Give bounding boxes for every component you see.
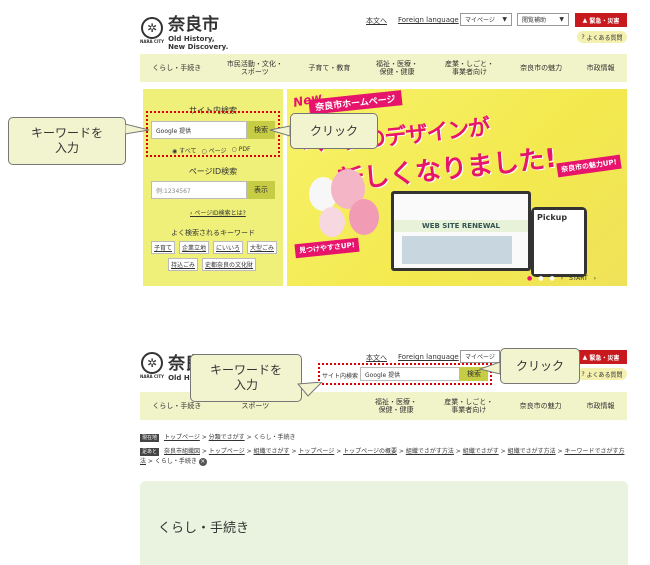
emergency-button[interactable]: ▲ 緊急・災害 [575, 13, 627, 27]
nav-item[interactable]: 市政情報 [586, 402, 614, 410]
foreign-language-link[interactable]: Foreign language [398, 353, 459, 361]
footprint-link[interactable]: 組織でさがす [254, 448, 290, 455]
text-version-link[interactable]: 本文へ [366, 16, 387, 26]
nav-item[interactable]: 子育て・教育 [308, 64, 350, 72]
page-id-help-link[interactable]: › ページID検索とは? [190, 208, 246, 217]
page-title: くらし・手続き [158, 521, 250, 536]
foreign-language-link[interactable]: Foreign language [398, 16, 459, 24]
tagline: New Discovery. [168, 43, 229, 51]
caret-down-icon: ▼ [502, 16, 507, 23]
carousel-start[interactable]: START [569, 275, 588, 282]
breadcrumb-link[interactable]: 分類でさがす [209, 434, 245, 441]
mypage-dropdown[interactable]: マイページ ▼ [460, 13, 512, 26]
keyword-chip[interactable]: 企業立地 [179, 241, 210, 254]
question-icon: ? [581, 370, 585, 378]
footprint-trail: 足あと 奈良市組織図 > トップページ > 組織でさがす > トップページ > … [140, 448, 625, 466]
dot-icon[interactable]: ● [538, 275, 543, 282]
keyword-chip[interactable]: 持込ごみ [168, 258, 199, 271]
nav-item[interactable]: 奈良市の魅力 [520, 402, 562, 410]
footprint-link[interactable]: 奈良市組織図 [164, 448, 200, 455]
next-icon[interactable]: › [594, 275, 596, 282]
footprint-link[interactable]: トップページ [209, 448, 245, 455]
emblem-icon: ✲ [141, 17, 164, 39]
keyword-row: 子育て 企業立地 にいいろ 大型ごみ [151, 241, 278, 254]
caret-down-icon: ▼ [559, 16, 564, 23]
callout-pointer [125, 123, 150, 135]
nav-item[interactable]: くらし・手続き [152, 402, 201, 410]
nav-item[interactable]: くらし・手続き [152, 64, 201, 72]
page-header-area: くらし・手続き [140, 481, 628, 565]
carousel-controls: ● ● ● ‹ START › [527, 275, 596, 282]
nav-item[interactable]: 産業・しごと・事業者向け [444, 60, 496, 76]
breadcrumb-link[interactable]: トップページ [164, 434, 200, 441]
warning-icon: ▲ [582, 16, 588, 24]
faq-button[interactable]: ? よくある質問 [577, 368, 627, 380]
callout-click: クリック [290, 113, 378, 149]
logo-sub: NARA CITY [140, 39, 165, 44]
nav-item[interactable]: 市民活動・文化・スポーツ [226, 60, 284, 76]
keyword-row: 持込ごみ 史都奈良の文化財 [168, 258, 257, 271]
breadcrumb-label: 現在地 [140, 434, 160, 442]
dot-icon[interactable]: ● [550, 275, 555, 282]
breadcrumb: 現在地 トップページ > 分類でさがす > くらし・手続き [140, 434, 296, 442]
nav-item[interactable]: 福祉・医療・保健・健康 [375, 60, 419, 76]
callout-keyword-input: キーワードを 入力 [190, 354, 302, 402]
renewal-title: WEB SITE RENEWAL [394, 220, 528, 232]
logo-name: 奈良市 [168, 15, 220, 35]
emergency-button[interactable]: ▲ 緊急・災害 [575, 350, 627, 364]
logo-sub: NARA CITY [140, 374, 165, 379]
warning-icon: ▲ [582, 353, 588, 361]
callout-keyword-input: キーワードを 入力 [8, 117, 126, 165]
banner-line1: 奈良市ホームページ [308, 90, 403, 115]
clear-icon[interactable]: × [198, 458, 207, 466]
faq-button[interactable]: ? よくある質問 [577, 31, 627, 43]
nav-item[interactable]: 奈良市の魅力 [520, 64, 562, 72]
question-icon: ? [581, 33, 585, 41]
nav-item[interactable]: 産業・しごと・事業者向け [443, 398, 495, 414]
keyword-chip[interactable]: 子育て [151, 241, 176, 254]
callout-click: クリック [500, 348, 580, 384]
callout-pointer [478, 361, 501, 375]
logo[interactable]: ✲ NARA CITY 奈良市 Old History, New Discove… [140, 10, 228, 51]
footprint-label: 足あと [140, 448, 160, 456]
keyword-chip[interactable]: にいいろ [213, 241, 244, 254]
dot-icon[interactable]: ● [527, 275, 532, 282]
page-id-input[interactable]: 例:1234567 [151, 181, 247, 199]
page-id-title: ページID検索 [188, 167, 238, 176]
footprint-link[interactable]: 組織でさがす [463, 448, 499, 455]
nav-item[interactable]: 福祉・医療・保健・健康 [374, 398, 418, 414]
highlight-box [318, 363, 492, 385]
phone-mockup: Pickup [531, 207, 587, 277]
footprint-link[interactable]: 組織でさがす方法 [406, 448, 454, 455]
badge-appeal: 奈良市の魅力UP! [556, 154, 622, 178]
footprint-link[interactable]: 組織でさがす方法 [508, 448, 556, 455]
footprint-link[interactable]: トップページの概要 [343, 448, 397, 455]
monitor-mockup: WEB SITE RENEWAL [391, 191, 531, 271]
tagline: Old History, [168, 35, 215, 43]
reading-support-dropdown[interactable]: 閲覧補助 ▼ [517, 13, 569, 26]
keyword-chip[interactable]: 大型ごみ [247, 241, 278, 254]
text-version-link[interactable]: 本文へ [366, 353, 387, 363]
keyword-chip[interactable]: 史都奈良の文化財 [202, 258, 257, 271]
pickup-label: Pickup [534, 210, 584, 274]
callout-pointer [269, 125, 291, 137]
nav-item[interactable]: 市政情報 [587, 64, 615, 72]
global-nav: くらし・手続き 市民活動・文化・スポーツ 子育て・教育 福祉・医療・保健・健康 … [140, 54, 627, 82]
emblem-icon: ✲ [141, 352, 164, 374]
page-id-button[interactable]: 表示 [247, 181, 275, 199]
footprint-current: くらし・手続き [154, 458, 197, 465]
breadcrumb-current: くらし・手続き [253, 434, 296, 441]
prev-icon[interactable]: ‹ [561, 275, 563, 282]
nav-item[interactable]: スポーツ [226, 402, 284, 410]
callout-pointer [297, 382, 323, 397]
highlight-box [146, 111, 280, 157]
footprint-link[interactable]: トップページ [298, 448, 334, 455]
keywords-title: よく検索されるキーワード [171, 229, 255, 237]
